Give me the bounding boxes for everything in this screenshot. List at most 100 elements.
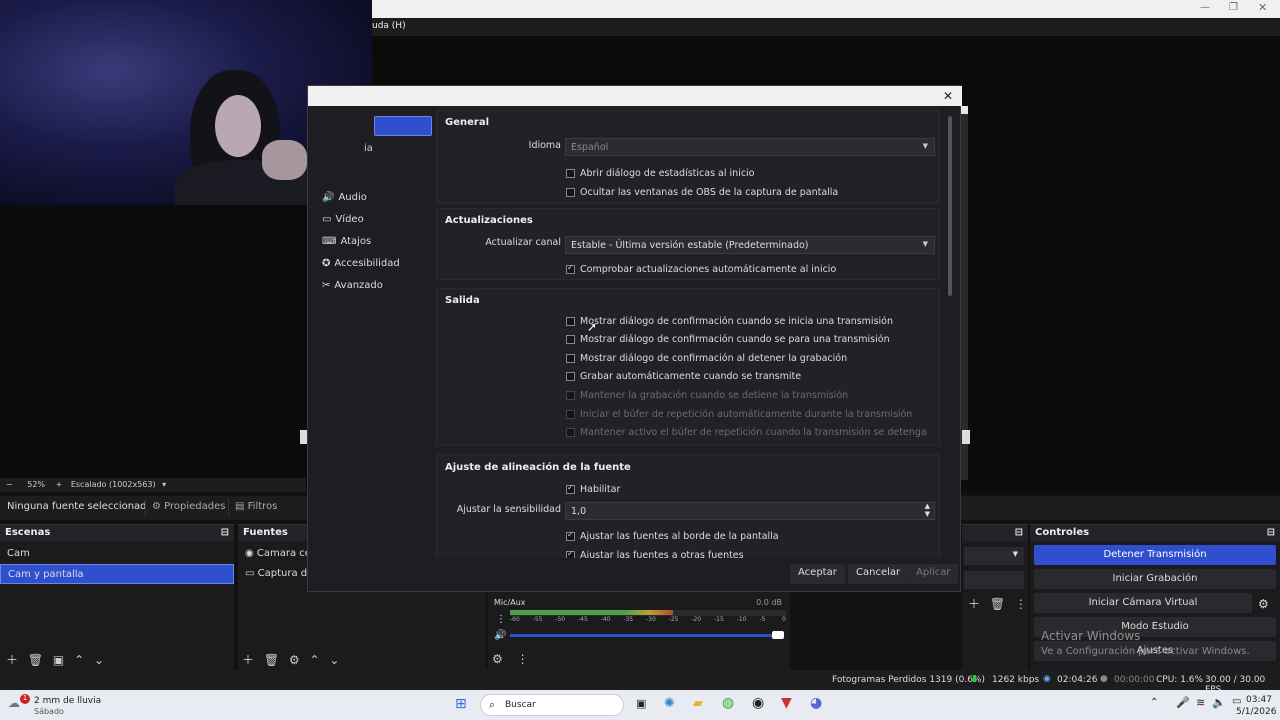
trash-icon[interactable]: 🗑 xyxy=(990,597,1005,611)
chevron-up-icon[interactable]: ⌃ xyxy=(1150,697,1158,708)
stats-checkbox[interactable] xyxy=(566,168,575,178)
weather-icon[interactable]: ☁ xyxy=(8,696,20,710)
output-option-checkbox[interactable] xyxy=(566,335,575,345)
output-option-checkbox[interactable] xyxy=(566,316,575,326)
file-explorer-icon[interactable]: ▰ xyxy=(693,696,703,711)
settings-scrollbar[interactable] xyxy=(948,116,952,296)
gear-icon[interactable]: ⚙ xyxy=(1258,597,1269,611)
snap-enable-row[interactable]: Habilitar xyxy=(566,481,620,497)
battery-icon[interactable]: ▭ xyxy=(1232,696,1241,707)
zoom-out-icon[interactable]: − xyxy=(6,480,13,489)
more-icon[interactable]: ⋮ xyxy=(517,652,529,666)
output-option-checkbox[interactable] xyxy=(566,353,575,363)
channel-select[interactable]: Estable - Última versión estable (Predet… xyxy=(565,236,935,254)
output-option-row[interactable]: Mostrar diálogo de confirmación cuando s… xyxy=(566,332,890,348)
move-down-icon[interactable]: ⌄ xyxy=(329,653,339,667)
section-updates-title: Actualizaciones xyxy=(445,215,533,226)
taskbar-search[interactable]: ⌕ Buscar xyxy=(480,694,624,716)
wifi-icon[interactable]: ≋ xyxy=(1196,696,1205,709)
chrome-icon[interactable]: ◍ xyxy=(722,695,734,711)
control-button[interactable]: Iniciar Cámara Virtual xyxy=(1034,593,1252,613)
windows-start-icon[interactable]: ⊞ xyxy=(455,696,467,712)
snap-other-row[interactable]: Ajustar las fuentes a otras fuentes xyxy=(566,547,744,558)
output-option-row[interactable]: Mostrar diálogo de confirmación al deten… xyxy=(566,350,847,366)
volume-icon[interactable]: 🔊 xyxy=(494,630,506,641)
control-button[interactable]: Iniciar Grabación xyxy=(1034,569,1276,589)
snap-enable-checkbox[interactable] xyxy=(566,483,575,494)
menu-help[interactable]: uda (H) xyxy=(372,21,406,31)
task-view-icon[interactable]: ▣ xyxy=(636,697,646,710)
filters-button[interactable]: ▤ Filtros xyxy=(228,499,283,517)
sidebar-item[interactable]: ⌨ Atajos xyxy=(308,230,436,252)
trash-icon[interactable]: 🗑 xyxy=(28,653,43,667)
trash-icon[interactable]: 🗑 xyxy=(264,653,279,667)
volume-slider-handle[interactable] xyxy=(772,631,784,639)
app-icon[interactable]: ▼ xyxy=(781,695,792,711)
monitor-icon: ▭ xyxy=(245,568,258,579)
copilot-icon[interactable]: ✺ xyxy=(664,696,675,711)
mic-icon[interactable]: 🎤 xyxy=(1176,696,1190,709)
add-icon[interactable]: ＋ xyxy=(968,597,980,611)
dock-menu-icon[interactable]: ⊟ xyxy=(1267,527,1275,538)
sensitivity-spinbox[interactable]: 1,0 ▲ ▼ xyxy=(565,502,935,520)
scale-label[interactable]: Escalado (1002x563) xyxy=(71,480,156,489)
obs-icon[interactable]: ◉ xyxy=(752,695,764,711)
gear-icon[interactable]: ⚙ xyxy=(289,653,300,667)
tools-icon: ✂ xyxy=(322,279,331,291)
close-icon[interactable]: ✕ xyxy=(943,89,953,103)
output-option-row: Mantener activo el búfer de repetición c… xyxy=(566,425,927,441)
ok-button[interactable]: Aceptar xyxy=(790,564,845,584)
stats-checkbox-row[interactable]: Abrir diálogo de estadísticas al inicio xyxy=(566,165,755,181)
dock-menu-icon[interactable]: ⊟ xyxy=(1015,527,1023,538)
sidebar-item[interactable] xyxy=(308,106,436,136)
volume-slider[interactable] xyxy=(510,634,780,637)
scene-item[interactable]: Cam xyxy=(0,544,234,564)
add-icon[interactable]: ＋ xyxy=(6,653,18,667)
hide-checkbox[interactable] xyxy=(566,187,575,197)
auto-update-row[interactable]: Comprobar actualizaciones automáticament… xyxy=(566,261,836,277)
advanced-audio-icon[interactable]: ⚙ xyxy=(492,652,503,666)
move-up-icon[interactable]: ⌃ xyxy=(74,653,84,667)
snap-edge-checkbox[interactable] xyxy=(566,530,575,541)
language-select[interactable]: Español ▼ xyxy=(565,138,935,156)
chevron-down-icon[interactable]: ▾ xyxy=(162,480,166,489)
add-icon[interactable]: ＋ xyxy=(242,653,254,667)
snap-edge-row[interactable]: Ajustar las fuentes al borde de la panta… xyxy=(566,528,779,544)
more-icon[interactable]: ⋮ xyxy=(1015,597,1027,611)
sidebar-item[interactable]: ▭ Vídeo xyxy=(308,208,436,230)
dock-menu-icon[interactable]: ⊟ xyxy=(221,527,229,538)
output-option-checkbox[interactable] xyxy=(566,372,575,382)
minimize-icon[interactable]: — xyxy=(1200,2,1210,13)
properties-button[interactable]: ⚙ Propiedades xyxy=(145,499,231,517)
discord-icon[interactable]: ◕ xyxy=(810,695,822,711)
output-option-label: Mostrar diálogo de confirmación cuando s… xyxy=(580,334,890,346)
move-down-icon[interactable]: ⌄ xyxy=(94,653,104,667)
spin-arrows-icon[interactable]: ▲ ▼ xyxy=(925,502,930,518)
output-option-row[interactable]: Grabar automáticamente cuando se transmi… xyxy=(566,369,801,385)
maximize-icon[interactable]: ❐ xyxy=(1229,2,1238,13)
camera-icon: ◉ xyxy=(245,548,257,559)
sidebar-item[interactable]: 🔊 Audio xyxy=(308,186,436,208)
scene-item[interactable]: Cam y pantalla xyxy=(0,564,234,584)
speaker-icon[interactable]: 🔈 xyxy=(1212,696,1226,709)
close-window-icon[interactable]: ✕ xyxy=(1258,1,1267,14)
auto-update-checkbox[interactable] xyxy=(566,263,575,274)
output-option-row[interactable]: Mostrar diálogo de confirmación cuando s… xyxy=(566,313,893,329)
zoom-in-icon[interactable]: + xyxy=(56,480,63,489)
filter-icon[interactable]: ▣ xyxy=(53,653,64,667)
sidebar-item[interactable]: ia xyxy=(308,136,436,160)
search-icon: ⌕ xyxy=(489,698,496,711)
hide-checkbox-row[interactable]: Ocultar las ventanas de OBS de la captur… xyxy=(566,184,838,200)
move-up-icon[interactable]: ⌃ xyxy=(310,653,320,667)
sidebar-item[interactable]: ✪ Accesibilidad xyxy=(308,252,436,274)
control-button[interactable]: Detener Transmisión xyxy=(1034,545,1276,565)
transition-select[interactable]: ▼ xyxy=(964,547,1024,565)
filter-icon: ▤ xyxy=(235,501,248,512)
snap-other-checkbox[interactable] xyxy=(566,549,575,558)
sources-toolbar: ＋ 🗑 ⚙ ⌃ ⌄ xyxy=(242,651,339,671)
cancel-button[interactable]: Cancelar xyxy=(848,564,909,584)
mixer-options-icon[interactable]: ⋮ xyxy=(496,614,506,625)
duration-field[interactable] xyxy=(964,571,1024,589)
sidebar-item[interactable]: ✂ Avanzado xyxy=(308,274,436,296)
apply-button[interactable]: Aplicar xyxy=(908,564,959,584)
